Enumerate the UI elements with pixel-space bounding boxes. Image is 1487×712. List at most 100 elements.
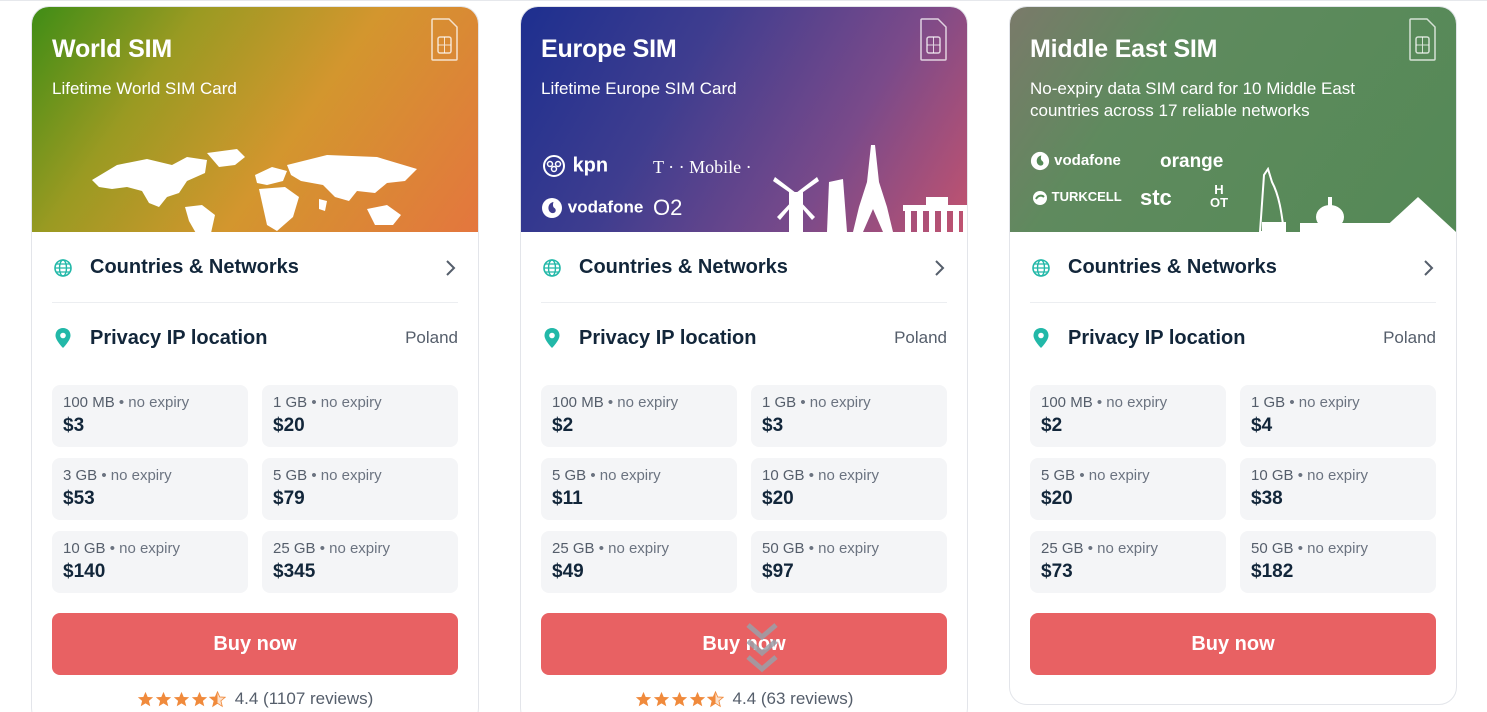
plan-size: 100 MB <box>552 394 604 411</box>
chevron-right-icon <box>1424 259 1434 276</box>
privacy-ip-label: Privacy IP location <box>90 326 268 349</box>
plan-price: $140 <box>63 561 106 582</box>
plan-tile[interactable]: 25 GB • no expiry $345 <box>262 531 458 593</box>
plan-tile[interactable]: 10 GB • no expiry $140 <box>52 531 248 593</box>
plan-tile[interactable]: 10 GB • no expiry $20 <box>751 458 947 520</box>
plan-expiry: • no expiry <box>1285 394 1360 411</box>
plan-price: $97 <box>762 561 794 582</box>
star-rating <box>137 690 227 708</box>
privacy-ip-value: Poland <box>894 328 947 347</box>
countries-networks-label: Countries & Networks <box>90 256 299 278</box>
plan-expiry: • no expiry <box>804 540 879 557</box>
plan-grid: 100 MB • no expiry $2 1 GB • no expiry $4 … <box>1030 385 1436 593</box>
privacy-ip-value: Poland <box>405 328 458 347</box>
star-icon <box>173 691 189 706</box>
star-half-icon <box>208 690 226 707</box>
plan-tile[interactable]: 1 GB • no expiry $4 <box>1240 385 1436 447</box>
plan-tile[interactable]: 100 MB • no expiry $2 <box>1030 385 1226 447</box>
globe-icon <box>52 257 74 279</box>
middle-east-sim-card[interactable]: Middle East SIM No-expiry data SIM card … <box>1009 6 1457 705</box>
plan-price: $2 <box>552 415 574 436</box>
buy-now-button[interactable]: Buy now <box>52 613 458 675</box>
plan-size: 10 GB <box>63 540 106 557</box>
plan-size: 5 GB <box>552 467 587 484</box>
plan-price: $20 <box>1041 488 1073 509</box>
star-icon <box>137 691 153 706</box>
plan-price: $49 <box>552 561 584 582</box>
buy-now-button[interactable]: Buy now <box>1030 613 1436 675</box>
plan-grid: 100 MB • no expiry $2 1 GB • no expiry $3 … <box>541 385 947 593</box>
plan-expiry: • no expiry <box>796 394 871 411</box>
plan-tile[interactable]: 1 GB • no expiry $3 <box>751 385 947 447</box>
world-sim-card[interactable]: World SIM Lifetime World SIM Card Countr… <box>31 6 479 712</box>
plan-tile[interactable]: 5 GB • no expiry $79 <box>262 458 458 520</box>
card-title: Europe SIM <box>541 35 677 63</box>
privacy-ip-value: Poland <box>1383 328 1436 347</box>
plan-tile[interactable]: 5 GB • no expiry $20 <box>1030 458 1226 520</box>
plan-price: $182 <box>1251 561 1294 582</box>
plan-size: 5 GB <box>273 467 308 484</box>
scroll-down-icon[interactable] <box>744 621 780 679</box>
star-icon <box>653 691 669 706</box>
plan-tile[interactable]: 50 GB • no expiry $97 <box>751 531 947 593</box>
card-subtitle: Lifetime Europe SIM Card <box>541 79 737 98</box>
star-rating <box>635 690 725 708</box>
plan-expiry: • no expiry <box>1293 540 1368 557</box>
plan-price: $38 <box>1251 488 1283 509</box>
rating-text: 4.4 (63 reviews) <box>732 689 854 708</box>
europe-sim-card[interactable]: Europe SIM Lifetime Europe SIM Card kpn … <box>520 6 968 712</box>
plan-price: $73 <box>1041 561 1073 582</box>
rating: 4.4 (63 reviews) <box>521 689 967 709</box>
plan-tile[interactable]: 3 GB • no expiry $53 <box>52 458 248 520</box>
plan-expiry: • no expiry <box>307 394 382 411</box>
plan-size: 100 MB <box>63 394 115 411</box>
plan-tile[interactable]: 5 GB • no expiry $11 <box>541 458 737 520</box>
hot-logo: H OT <box>1209 182 1229 210</box>
plan-expiry: • no expiry <box>586 467 661 484</box>
plan-tile[interactable]: 10 GB • no expiry $38 <box>1240 458 1436 520</box>
plan-tile[interactable]: 100 MB • no expiry $3 <box>52 385 248 447</box>
orange-logo: orange <box>1160 151 1224 172</box>
middle-east-landmarks-illustration <box>1258 167 1456 232</box>
turkcell-icon <box>1033 190 1047 205</box>
vodafone-logo: vodafone <box>541 197 643 219</box>
plan-price: $3 <box>762 415 784 436</box>
plan-tile[interactable]: 25 GB • no expiry $73 <box>1030 531 1226 593</box>
globe-icon <box>541 257 563 279</box>
rating-text: 4.4 (1107 reviews) <box>234 689 374 708</box>
plan-tile[interactable]: 50 GB • no expiry $182 <box>1240 531 1436 593</box>
plan-size: 3 GB <box>63 467 98 484</box>
plan-size: 5 GB <box>1041 467 1076 484</box>
plan-tile[interactable]: 25 GB • no expiry $49 <box>541 531 737 593</box>
star-icon <box>689 691 705 706</box>
star-half-icon <box>706 690 724 707</box>
countries-networks-row[interactable]: Countries & Networks <box>52 233 458 303</box>
chevron-right-icon <box>446 259 456 276</box>
top-divider <box>0 0 1487 1</box>
plan-size: 1 GB <box>1251 394 1286 411</box>
sim-card-icon <box>1409 18 1436 61</box>
vodafone-icon <box>542 198 562 218</box>
plan-size: 25 GB <box>273 540 316 557</box>
vodafone-logo: vodafone <box>1030 151 1121 171</box>
plan-expiry: • no expiry <box>594 540 669 557</box>
countries-networks-row[interactable]: Countries & Networks <box>541 233 947 303</box>
location-pin-icon <box>52 327 74 349</box>
plan-size: 1 GB <box>762 394 797 411</box>
plan-expiry: • no expiry <box>1075 467 1150 484</box>
card-subtitle: No-expiry data SIM card for 10 Middle Ea… <box>1030 79 1356 120</box>
kpn-crown-icon <box>543 155 565 177</box>
plan-price: $345 <box>273 561 316 582</box>
turkcell-logo: TURKCELL <box>1032 189 1122 206</box>
plan-size: 50 GB <box>762 540 805 557</box>
plan-expiry: • no expiry <box>1293 467 1368 484</box>
privacy-ip-row: Privacy IP location Poland <box>52 303 458 373</box>
plan-tile[interactable]: 1 GB • no expiry $20 <box>262 385 458 447</box>
plan-tile[interactable]: 100 MB • no expiry $2 <box>541 385 737 447</box>
plan-price: $4 <box>1251 415 1273 436</box>
countries-networks-row[interactable]: Countries & Networks <box>1030 233 1436 303</box>
location-pin-icon <box>1030 327 1052 349</box>
star-icon <box>191 691 207 706</box>
plan-price: $20 <box>273 415 305 436</box>
card-title: Middle East SIM <box>1030 35 1218 63</box>
